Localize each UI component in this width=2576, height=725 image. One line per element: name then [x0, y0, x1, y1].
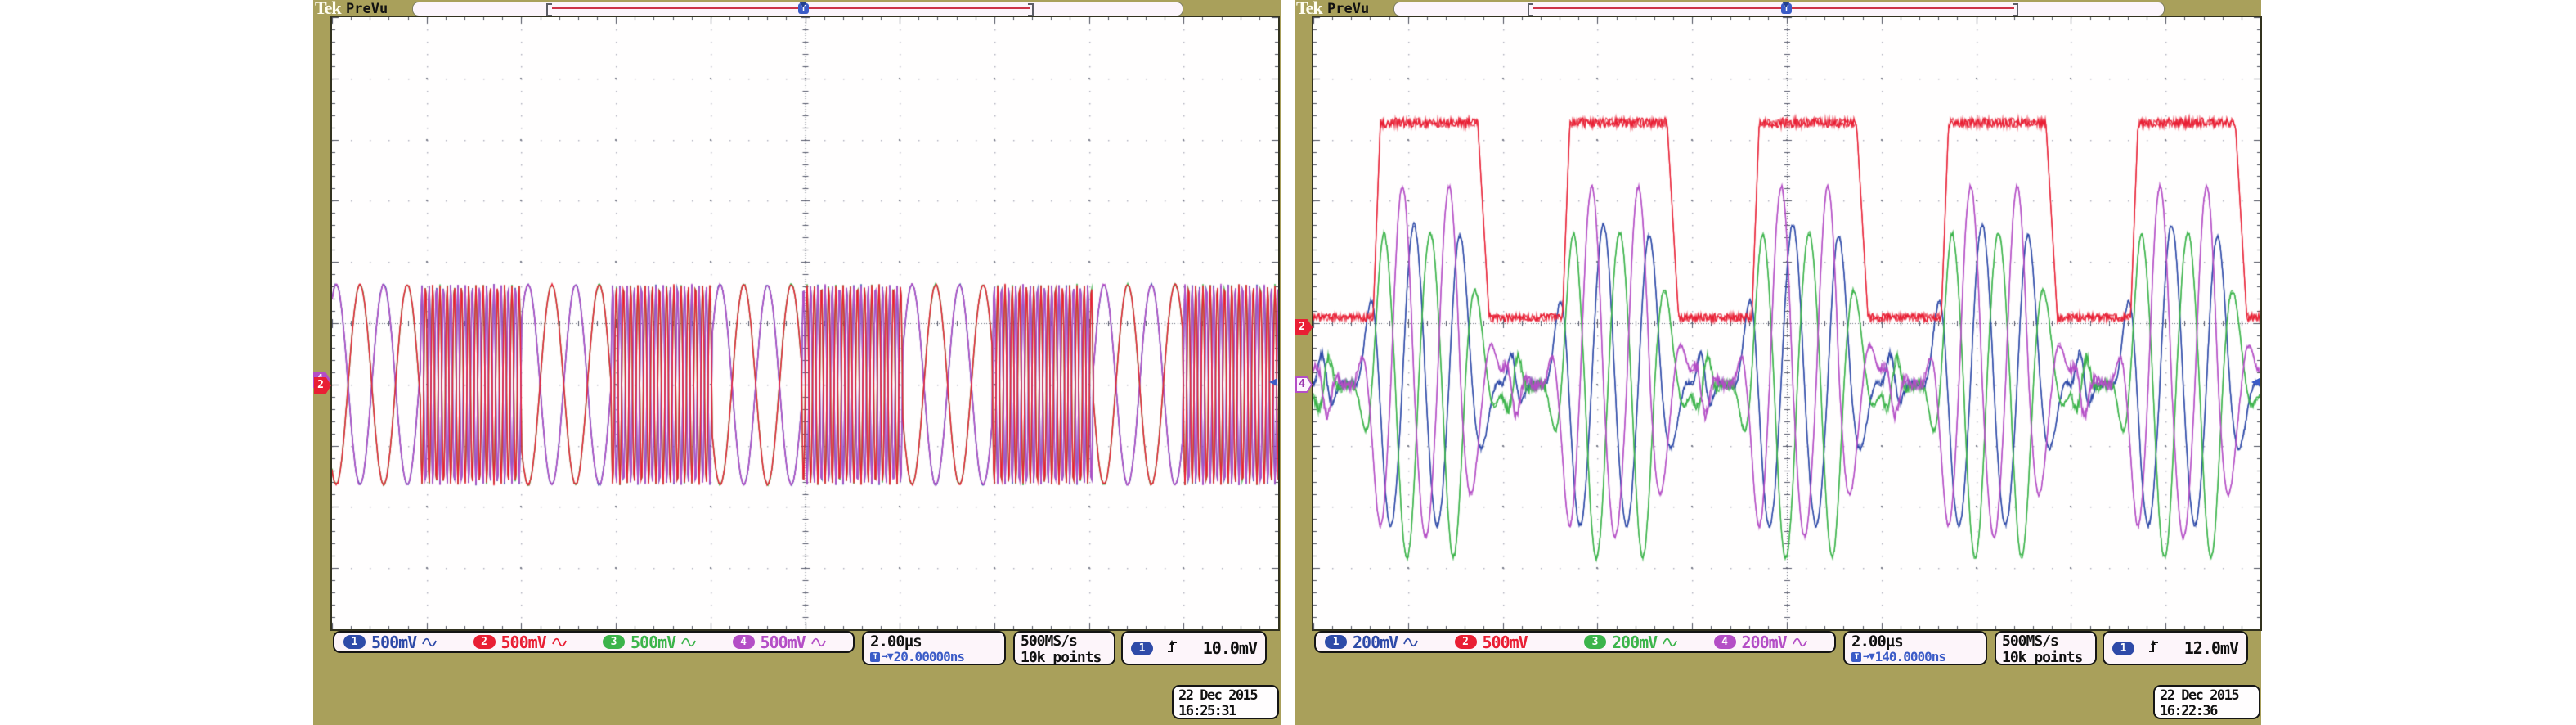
waveform-canvas — [332, 17, 1278, 629]
channel-readout-3: 3 500mV — [594, 633, 724, 652]
window-bracket-left-icon — [546, 3, 552, 16]
trigger-source-badge: 1 — [1131, 642, 1153, 655]
channel-marker-label: 4 — [1295, 376, 1308, 393]
channel-badge: 1 — [1325, 635, 1347, 649]
sample-rate: 500MS/s — [2002, 633, 2095, 650]
channel-badge: 1 — [343, 635, 366, 649]
waveform-canvas — [1313, 17, 2260, 629]
record-window-line — [552, 7, 1030, 9]
channel-readout-1: 1 200mV — [1316, 633, 1446, 652]
ac-coupling-icon — [681, 637, 696, 648]
acquisition-box: 500MS/s 10k points — [1013, 631, 1115, 665]
trigger-level-arrow-icon — [2251, 378, 2260, 386]
channel-scale: 500mV — [631, 633, 675, 652]
channel-readout-4: 4 500mV — [724, 633, 854, 652]
waveform-display — [330, 16, 1280, 631]
ac-coupling-icon — [422, 637, 437, 648]
time: 16:25:31 — [1178, 704, 1277, 719]
time: 16:22:36 — [2160, 704, 2259, 719]
channel-scale: 500mV — [501, 633, 546, 652]
ac-coupling-icon — [811, 637, 826, 648]
ac-coupling-icon — [552, 637, 567, 648]
acquisition-mode-label: PreVu — [346, 1, 388, 17]
ac-coupling-icon — [1793, 637, 1807, 648]
channel-badge: 3 — [603, 635, 625, 649]
channel-readout-2: 2 500mV — [1446, 633, 1576, 652]
waveform-display — [1312, 16, 2262, 631]
acquisition-box: 500MS/s 10k points — [1995, 631, 2097, 665]
channel-scale: 200mV — [1612, 633, 1657, 652]
record-length: 10k points — [1021, 650, 1114, 666]
channel-readouts: 1 200mV 2 500mV 3 200mV 4 200mV — [1314, 631, 1836, 653]
channel-marker-label: 2 — [1295, 319, 1308, 335]
channel-scale: 200mV — [1353, 633, 1398, 652]
channel-scale: 500mV — [371, 633, 416, 652]
datetime-box: 22 Dec 2015 16:25:31 — [1172, 685, 1279, 719]
window-bracket-left-icon — [1528, 3, 1533, 16]
channel-readout-3: 3 200mV — [1575, 633, 1705, 652]
trigger-slope-icon — [1166, 639, 1178, 657]
channel-readouts: 1 500mV 2 500mV 3 500mV 4 500mV — [333, 631, 855, 653]
date: 22 Dec 2015 — [2160, 688, 2259, 704]
channel-scale: 200mV — [1742, 633, 1787, 652]
trigger-level: 10.0mV — [1203, 638, 1257, 658]
record-length: 10k points — [2002, 650, 2095, 666]
window-bracket-right-icon — [2013, 3, 2018, 16]
channel-scale: 500mV — [1483, 633, 1528, 652]
trigger-t-icon: T — [1851, 652, 1861, 662]
channel-readout-4: 4 200mV — [1705, 633, 1835, 652]
channel-badge: 3 — [1584, 635, 1606, 649]
date: 22 Dec 2015 — [1178, 688, 1277, 704]
sample-rate: 500MS/s — [1021, 633, 1114, 650]
trigger-box: 1 10.0mV — [1121, 631, 1267, 665]
delay-arrows-icon: →▼ — [882, 650, 893, 664]
delay-readout: T→▼140.0000ns — [1851, 650, 1986, 664]
delay-value: 20.00000ns — [894, 650, 964, 664]
timebase-scale: 2.00µs — [870, 633, 1004, 650]
delay-value: 140.0000ns — [1875, 650, 1945, 664]
channel-marker-2: 2 — [1295, 319, 1313, 335]
trigger-level: 12.0mV — [2184, 638, 2238, 658]
channel-scale: 500mV — [761, 633, 806, 652]
timebase-box: 2.00µs T→▼20.00000ns — [862, 631, 1006, 665]
channel-badge: 2 — [1455, 635, 1477, 649]
trigger-source-badge: 1 — [2112, 642, 2134, 655]
channel-marker-4: 4 — [1295, 376, 1313, 393]
trigger-top-arrow-icon — [1782, 2, 1790, 7]
window-bracket-right-icon — [1028, 3, 1034, 16]
trigger-slope-icon — [2147, 639, 2160, 657]
acquisition-mode-label: PreVu — [1327, 1, 1369, 17]
trigger-top-arrow-icon — [799, 2, 807, 7]
timebase-box: 2.00µs T→▼140.0000ns — [1843, 631, 1987, 665]
scope-panel-right: Tek PreVu T ▼ T 2 4 1 200mV — [1295, 0, 2261, 725]
datetime-box: 22 Dec 2015 16:22:36 — [2153, 685, 2260, 719]
channel-readout-1: 1 500mV — [334, 633, 464, 652]
acquisition-preview-bar: T — [1393, 2, 2165, 16]
channel-badge: 4 — [1714, 635, 1736, 649]
ac-coupling-icon — [1403, 637, 1418, 648]
record-window-line — [1533, 7, 2014, 9]
delay-readout: T→▼20.00000ns — [870, 650, 1004, 664]
ac-coupling-icon — [1663, 637, 1677, 648]
trigger-level-arrow-icon — [1269, 378, 1277, 386]
channel-readout-2: 2 500mV — [464, 633, 595, 652]
trigger-box: 1 12.0mV — [2103, 631, 2248, 665]
trigger-t-icon: T — [870, 652, 880, 662]
channel-marker-label: 2 — [314, 377, 327, 394]
channel-badge: 4 — [733, 635, 755, 649]
channel-badge: 2 — [473, 635, 496, 649]
scope-panel-left: Tek PreVu T ▼ T 4 2 1 500mV — [313, 0, 1281, 725]
timebase-scale: 2.00µs — [1851, 633, 1986, 650]
delay-arrows-icon: →▼ — [1863, 650, 1874, 664]
screenshot: Tek PreVu T ▼ T 4 2 1 500mV — [0, 0, 2576, 725]
